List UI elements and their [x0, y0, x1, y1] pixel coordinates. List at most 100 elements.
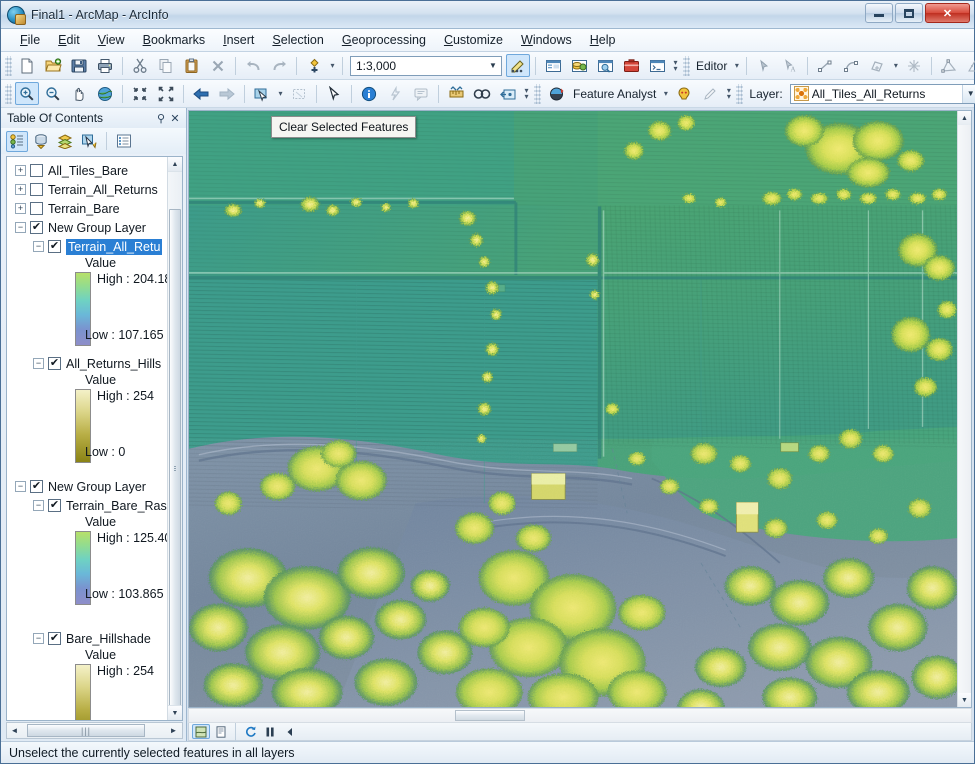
menu-bookmarks[interactable]: Bookmarks [134, 30, 215, 50]
toc-layer-row-selected[interactable]: − ✔ Terrain_All_Retu [7, 237, 167, 256]
layer-checkbox[interactable]: ✔ [48, 357, 61, 370]
learn-icon[interactable] [672, 82, 696, 105]
pencil-icon[interactable] [698, 82, 722, 105]
close-button[interactable]: ✕ [925, 3, 970, 23]
tools-overflow-icon[interactable]: ▾ ▾ [521, 82, 532, 105]
maximize-button[interactable] [895, 3, 923, 23]
expander-icon[interactable]: + [15, 203, 26, 214]
editor-dropdown-icon[interactable]: ▾ [731, 54, 742, 77]
feature-analyst-icon[interactable] [544, 82, 568, 105]
toc-group-row[interactable]: − ✔ New Group Layer [7, 218, 167, 237]
toc-layer-row[interactable]: − ✔ Bare_Hillshade [7, 629, 167, 648]
go-back-extent-icon[interactable] [189, 82, 213, 105]
zoom-in-icon[interactable] [15, 82, 39, 105]
trace-icon[interactable] [937, 54, 961, 77]
chevron-down-icon[interactable]: ▼ [485, 57, 501, 75]
catalog-icon[interactable] [567, 54, 591, 77]
menu-selection[interactable]: Selection [263, 30, 332, 50]
construct-points-icon[interactable] [963, 54, 975, 77]
arctoolbox-icon[interactable] [619, 54, 643, 77]
html-popup-icon[interactable] [409, 82, 433, 105]
add-data-dropdown-icon[interactable]: ▾ [327, 54, 338, 77]
scrollbar-thumb[interactable] [169, 209, 181, 720]
toolbar-grip[interactable] [5, 55, 12, 76]
menu-view[interactable]: View [89, 30, 134, 50]
scrollbar-thumb[interactable] [454, 710, 526, 721]
layer-name[interactable]: All_Returns_Hills [66, 357, 161, 371]
feature-analyst-grip[interactable] [534, 83, 541, 104]
toc-layer-row[interactable]: + Terrain_Bare [7, 199, 167, 218]
collapse-icon[interactable]: − [15, 481, 26, 492]
toc-layer-row[interactable]: − ✔ All_Returns_Hills [7, 354, 167, 373]
straight-segment-icon[interactable] [813, 54, 837, 77]
menu-file[interactable]: File [11, 30, 49, 50]
scroll-right-icon[interactable]: ► [166, 723, 181, 738]
python-window-icon[interactable] [645, 54, 669, 77]
layer-name[interactable]: New Group Layer [48, 221, 146, 235]
list-by-visibility-icon[interactable] [54, 131, 76, 152]
tools-toolbar-grip[interactable] [5, 83, 12, 104]
layer-checkbox[interactable]: ✔ [48, 499, 61, 512]
identify-icon[interactable] [357, 82, 381, 105]
layer-selector-combo[interactable]: All_Tiles_All_Returns ▼ [789, 83, 975, 104]
layer-checkbox[interactable]: ✔ [48, 240, 61, 253]
pin-icon[interactable]: ⚲ [154, 111, 168, 125]
layer-checkbox[interactable]: ✔ [30, 221, 43, 234]
feature-analyst-label[interactable]: Feature Analyst [569, 87, 660, 101]
refresh-view-icon[interactable] [241, 724, 259, 739]
expand-status-icon[interactable] [281, 724, 299, 739]
map-scale-value[interactable]: 1:3,000 [351, 59, 485, 73]
scroll-down-icon[interactable]: ▼ [168, 705, 182, 720]
map-horizontal-scrollbar[interactable] [188, 708, 972, 723]
menu-edit[interactable]: Edit [49, 30, 89, 50]
layer-toolbar-grip[interactable] [736, 83, 744, 104]
menu-windows[interactable]: Windows [512, 30, 581, 50]
map-scale-combo[interactable]: 1:3,000 ▼ [350, 55, 502, 76]
pan-icon[interactable] [67, 82, 91, 105]
toolbar-overflow-icon[interactable]: ▾ ▾ [670, 54, 681, 77]
toc-layer-row[interactable]: + Terrain_All_Returns [7, 180, 167, 199]
editor-toolbar-icon[interactable] [506, 54, 530, 77]
toc-options-icon[interactable] [113, 131, 135, 152]
table-of-contents-icon[interactable] [541, 54, 565, 77]
layer-name[interactable]: Terrain_All_Returns [48, 183, 158, 197]
menu-help[interactable]: Help [581, 30, 625, 50]
vertices-dropdown-icon[interactable]: ▾ [890, 54, 901, 77]
arc-segment-icon[interactable] [839, 54, 863, 77]
clear-selected-features-icon[interactable] [287, 82, 311, 105]
search-window-icon[interactable] [593, 54, 617, 77]
undo-icon[interactable] [241, 54, 265, 77]
list-by-source-icon[interactable] [30, 131, 52, 152]
fixed-zoom-in-icon[interactable] [128, 82, 152, 105]
map-vertical-scrollbar[interactable]: ▲ ▼ [957, 111, 971, 707]
data-view-icon[interactable] [192, 724, 210, 739]
paste-icon[interactable] [180, 54, 204, 77]
layer-checkbox[interactable] [30, 164, 43, 177]
layer-checkbox[interactable] [30, 183, 43, 196]
chevron-down-icon[interactable]: ▼ [961, 84, 975, 103]
copy-icon[interactable] [154, 54, 178, 77]
menu-geoprocessing[interactable]: Geoprocessing [333, 30, 435, 50]
collapse-icon[interactable]: − [33, 633, 44, 644]
select-elements-icon[interactable] [322, 82, 346, 105]
scroll-left-icon[interactable]: ◄ [7, 723, 22, 738]
collapse-icon[interactable]: − [33, 500, 44, 511]
close-icon[interactable]: ✕ [168, 111, 182, 125]
cut-icon[interactable] [128, 54, 152, 77]
layer-checkbox[interactable]: ✔ [48, 632, 61, 645]
full-extent-icon[interactable] [93, 82, 117, 105]
fixed-zoom-out-icon[interactable] [154, 82, 178, 105]
select-features-icon[interactable] [250, 82, 274, 105]
layer-name[interactable]: Terrain_All_Retu [66, 238, 163, 255]
measure-icon[interactable] [444, 82, 468, 105]
toc-vertical-scrollbar[interactable]: ▲ ▼ [167, 157, 182, 720]
layer-name[interactable]: Terrain_Bare [48, 202, 120, 216]
layer-checkbox[interactable] [30, 202, 43, 215]
scroll-up-icon[interactable]: ▲ [168, 157, 182, 172]
add-data-icon[interactable] [302, 54, 326, 77]
minimize-button[interactable] [865, 3, 893, 23]
toc-group-row[interactable]: − ✔ New Group Layer [7, 477, 167, 496]
menu-insert[interactable]: Insert [214, 30, 263, 50]
redo-icon[interactable] [267, 54, 291, 77]
scroll-down-icon[interactable]: ▼ [958, 693, 971, 707]
